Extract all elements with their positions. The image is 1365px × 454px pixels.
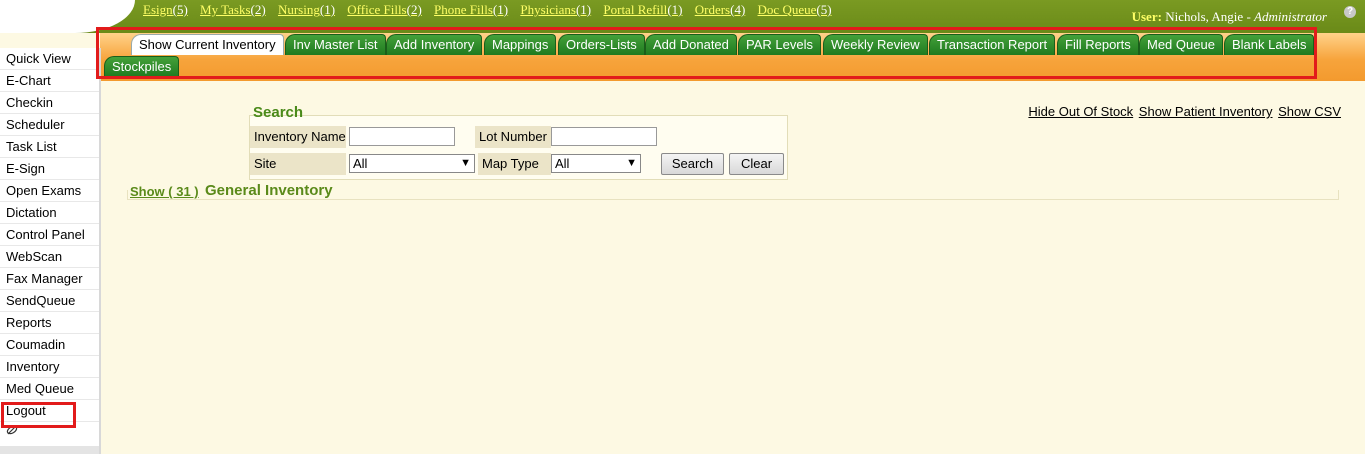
tab-par-levels[interactable]: PAR Levels bbox=[738, 34, 821, 55]
sidebar-item-task-list[interactable]: Task List bbox=[0, 136, 99, 158]
tab-transaction-report[interactable]: Transaction Report bbox=[929, 34, 1056, 55]
tab-weekly-review[interactable]: Weekly Review bbox=[823, 34, 928, 55]
sidebar-item-med-queue[interactable]: Med Queue bbox=[0, 378, 99, 400]
sidebar-item-inventory[interactable]: Inventory bbox=[0, 356, 99, 378]
sidebar-item-fax-manager[interactable]: Fax Manager bbox=[0, 268, 99, 290]
pin-icon[interactable] bbox=[0, 422, 99, 444]
user-separator: - bbox=[1243, 9, 1255, 24]
sidebar-item-dictation[interactable]: Dictation bbox=[0, 202, 99, 224]
hide-out-of-stock-link[interactable]: Hide Out Of Stock bbox=[1028, 104, 1133, 119]
show-csv-link[interactable]: Show CSV bbox=[1278, 104, 1341, 119]
tab-orders-lists[interactable]: Orders-Lists bbox=[558, 34, 645, 55]
search-panel: Inventory Name Lot Number Site All ▼ Map… bbox=[249, 115, 788, 180]
sidebar-item-open-exams[interactable]: Open Exams bbox=[0, 180, 99, 202]
lot-number-input[interactable] bbox=[551, 127, 657, 146]
site-select[interactable]: All ▼ bbox=[349, 154, 475, 173]
tab-fill-reports[interactable]: Fill Reports bbox=[1057, 34, 1139, 55]
site-label: Site bbox=[250, 153, 346, 175]
search-button[interactable]: Search bbox=[661, 153, 724, 175]
tab-add-inventory[interactable]: Add Inventory bbox=[386, 34, 483, 55]
show-patient-inventory-link[interactable]: Show Patient Inventory bbox=[1139, 104, 1273, 119]
tab-mappings[interactable]: Mappings bbox=[484, 34, 557, 55]
nursing-link[interactable]: Nursing(1) bbox=[278, 2, 335, 17]
portal-refill-link[interactable]: Portal Refill(1) bbox=[603, 2, 682, 17]
sidebar-item-sendqueue[interactable]: SendQueue bbox=[0, 290, 99, 312]
sidebar-item-coumadin[interactable]: Coumadin bbox=[0, 334, 99, 356]
map-type-label: Map Type bbox=[478, 153, 551, 175]
sidebar-item-checkin[interactable]: Checkin bbox=[0, 92, 99, 114]
sidebar-item-quick-view[interactable]: Quick View bbox=[0, 48, 99, 70]
office-fills-link[interactable]: Office Fills(2) bbox=[347, 2, 422, 17]
general-inventory-title: General Inventory bbox=[205, 182, 333, 199]
logo-area bbox=[0, 0, 135, 33]
pin-icon-graphic bbox=[6, 425, 18, 435]
doc-queue-link[interactable]: Doc Queue(5) bbox=[758, 2, 832, 17]
inventory-name-input[interactable] bbox=[349, 127, 455, 146]
map-type-select[interactable]: All ▼ bbox=[551, 154, 641, 173]
user-name: Nichols, Angie bbox=[1165, 9, 1244, 24]
physicians-link[interactable]: Physicians(1) bbox=[520, 2, 591, 17]
show-general-inventory-toggle[interactable]: Show ( 31 ) bbox=[130, 184, 199, 199]
sidebar-item-e-chart[interactable]: E-Chart bbox=[0, 70, 99, 92]
esign-link[interactable]: Esign(5) bbox=[143, 2, 188, 17]
map-type-select-value: All bbox=[555, 156, 570, 171]
sidebar-item-control-panel[interactable]: Control Panel bbox=[0, 224, 99, 246]
lot-number-label: Lot Number bbox=[475, 126, 551, 148]
sidebar-item-logout[interactable]: Logout bbox=[0, 400, 99, 422]
sidebar-item-webscan[interactable]: WebScan bbox=[0, 246, 99, 268]
sidebar: Quick View E-Chart Checkin Scheduler Tas… bbox=[0, 48, 101, 454]
user-info: User: Nichols, Angie - Administrator bbox=[1132, 9, 1327, 25]
sidebar-item-e-sign[interactable]: E-Sign bbox=[0, 158, 99, 180]
tab-add-donated[interactable]: Add Donated bbox=[645, 34, 737, 55]
chevron-down-icon: ▼ bbox=[460, 157, 471, 169]
inventory-view-links: Hide Out Of Stock Show Patient Inventory… bbox=[1026, 104, 1341, 119]
sidebar-footer bbox=[0, 446, 99, 454]
my-tasks-link[interactable]: My Tasks(2) bbox=[200, 2, 266, 17]
tab-inv-master-list[interactable]: Inv Master List bbox=[285, 34, 386, 55]
inventory-name-label: Inventory Name bbox=[250, 126, 346, 148]
clear-button[interactable]: Clear bbox=[729, 153, 784, 175]
orders-link[interactable]: Orders(4) bbox=[695, 2, 746, 17]
tab-med-queue[interactable]: Med Queue bbox=[1139, 34, 1223, 55]
search-title: Search bbox=[253, 104, 304, 121]
top-bar: Esign(5) My Tasks(2) Nursing(1) Office F… bbox=[0, 0, 1365, 33]
tab-blank-labels[interactable]: Blank Labels bbox=[1224, 34, 1315, 55]
help-icon[interactable]: ? bbox=[1344, 6, 1356, 18]
sidebar-item-scheduler[interactable]: Scheduler bbox=[0, 114, 99, 136]
tab-show-current-inventory[interactable]: Show Current Inventory bbox=[131, 34, 284, 55]
user-role: Administrator bbox=[1254, 9, 1327, 24]
chevron-down-icon: ▼ bbox=[626, 157, 637, 169]
sidebar-item-reports[interactable]: Reports bbox=[0, 312, 99, 334]
queue-links: Esign(5) My Tasks(2) Nursing(1) Office F… bbox=[143, 2, 841, 20]
site-select-value: All bbox=[353, 156, 368, 171]
tab-stockpiles[interactable]: Stockpiles bbox=[104, 56, 180, 77]
phone-fills-link[interactable]: Phone Fills(1) bbox=[434, 2, 508, 17]
user-label: User: bbox=[1131, 9, 1162, 24]
